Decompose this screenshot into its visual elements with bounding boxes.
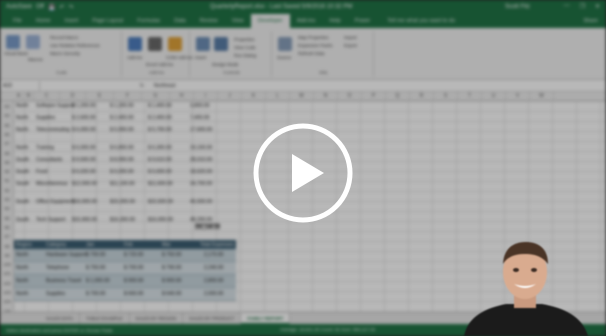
- play-icon: [292, 154, 324, 192]
- play-button[interactable]: [251, 121, 355, 225]
- video-thumbnail[interactable]: AutoSave Off 💾 ↶ ↷ QuarterlyReport.xlsx …: [0, 0, 606, 336]
- presenter-webcam: [464, 242, 588, 336]
